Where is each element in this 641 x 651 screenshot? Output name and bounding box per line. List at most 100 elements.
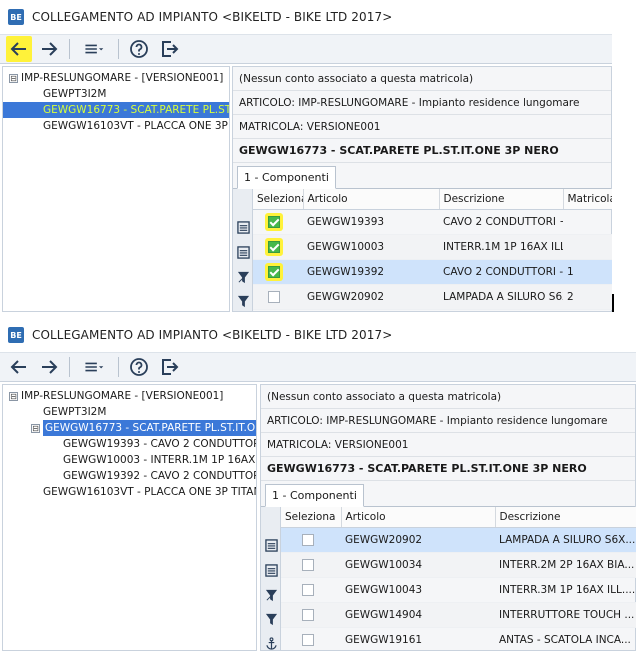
checkbox-highlight	[265, 262, 283, 281]
tree-subitem[interactable]: GEWGW19393 - CAVO 2 CONDUTTORI	[3, 436, 256, 452]
tree-item[interactable]: GEWGW16103VT - PLACCA ONE 3P TITANIO	[3, 484, 256, 500]
table-row[interactable]: GEWGW10003 INTERR.1M 1P 16AX ILL....	[253, 234, 612, 260]
matricola-cell	[563, 234, 612, 260]
tab-strip: 1 - Componenti	[233, 163, 611, 189]
tree-item-selected[interactable]: GEWGW16773 - SCAT.PARETE PL.ST.IT.ONE	[3, 102, 229, 118]
toolbar-separator	[118, 39, 119, 59]
tree-item-label: GEWGW16773 - SCAT.PARETE PL.ST.IT.ONE	[43, 104, 230, 116]
collapse-toggle-icon[interactable]: ⊟	[31, 423, 40, 433]
checkbox-checked[interactable]	[268, 240, 280, 253]
detail-panel: (Nessun conto associato a questa matrico…	[260, 384, 636, 651]
list-icon[interactable]	[235, 244, 251, 260]
window-panel-2: BE COLLEGAMENTO AD IMPIANTO <BIKELTD - B…	[0, 318, 636, 651]
list-icon[interactable]	[235, 219, 251, 235]
tree-item[interactable]: GEWPT3I2M	[3, 86, 229, 102]
articolo-cell: GEWGW14904	[341, 602, 495, 628]
table-row[interactable]: GEWGW19161 ANTAS - SCATOLA INCA...	[281, 627, 636, 651]
table-row[interactable]: GEWGW19393 CAVO 2 CONDUTTORI + ...	[253, 209, 612, 235]
checkbox-unchecked[interactable]	[268, 290, 280, 303]
tree-item[interactable]: GEWPT3I2M	[3, 404, 256, 420]
tree-subitem[interactable]: GEWGW10003 - INTERR.1M 1P 16AX ILL	[3, 452, 256, 468]
content-area: ⊟ IMP-RESLUNGOMARE - [VERSIONE001] GEWPT3…	[0, 382, 636, 651]
tree-item-label: GEWGW16103VT - PLACCA ONE 3P TITANIO	[43, 120, 229, 132]
checkbox-wrap	[299, 631, 317, 649]
tab-componenti[interactable]: 1 - Componenti	[265, 484, 364, 507]
filter-icon[interactable]	[235, 293, 251, 309]
checkbox-unchecked[interactable]	[302, 633, 314, 646]
exit-icon[interactable]	[156, 36, 182, 62]
checkbox-highlight	[265, 237, 283, 256]
component-title: GEWGW16773 - SCAT.PARETE PL.ST.IT.ONE 3P…	[233, 139, 611, 163]
column-header-seleziona[interactable]: Seleziona	[253, 189, 304, 210]
list-icon[interactable]	[263, 537, 279, 553]
articolo-cell: GEWGW19393	[303, 209, 439, 235]
table-row[interactable]: GEWGW10034 INTERR.2M 2P 16AX BIA...	[281, 552, 636, 578]
table-row-selected[interactable]: GEWGW19392 CAVO 2 CONDUTTORI - ... 1	[253, 259, 612, 285]
tree-root[interactable]: ⊟ IMP-RESLUNGOMARE - [VERSIONE001]	[3, 388, 256, 404]
tree-item-selected[interactable]: ⊟ GEWGW16773 - SCAT.PARETE PL.ST.IT.ONE	[3, 420, 256, 436]
help-icon[interactable]	[126, 36, 152, 62]
tree-root-label: IMP-RESLUNGOMARE - [VERSIONE001]	[21, 390, 224, 402]
checkbox-wrap	[299, 531, 317, 549]
back-arrow-icon[interactable]	[6, 36, 32, 62]
list-icon[interactable]	[263, 562, 279, 578]
checkbox-unchecked[interactable]	[302, 558, 314, 571]
menu-icon[interactable]	[77, 354, 111, 380]
tree-view[interactable]: ⊟ IMP-RESLUNGOMARE - [VERSIONE001] GEWPT3…	[2, 384, 257, 651]
column-header-articolo[interactable]: Articolo	[341, 507, 496, 528]
tree-view[interactable]: ⊟ IMP-RESLUNGOMARE - [VERSIONE001] GEWPT3…	[2, 66, 230, 312]
grid-header-row: Seleziona Articolo Descrizione Matricola	[253, 189, 612, 210]
grid-area: Seleziona Articolo Descrizione Matricola…	[233, 189, 612, 311]
collapse-toggle-icon[interactable]: ⊟	[9, 73, 18, 83]
matricola-cell: 2	[563, 284, 612, 310]
title-bar: BE COLLEGAMENTO AD IMPIANTO <BIKELTD - B…	[0, 318, 636, 352]
serial-text: MATRICOLA: VERSIONE001	[261, 433, 635, 457]
column-header-matricola[interactable]: Matricola	[563, 189, 612, 210]
no-account-text: (Nessun conto associato a questa matrico…	[261, 385, 635, 409]
column-header-descrizione[interactable]: Descrizione	[495, 507, 636, 528]
matricola-cell	[563, 209, 612, 235]
select-cell	[281, 627, 341, 651]
filter-icon[interactable]	[263, 611, 279, 627]
tree-item[interactable]: GEWGW16103VT - PLACCA ONE 3P TITANIO	[3, 118, 229, 134]
table-row[interactable]: GEWGW10043 INTERR.3M 1P 16AX ILL....	[281, 577, 636, 603]
menu-icon[interactable]	[77, 36, 111, 62]
tab-componenti[interactable]: 1 - Componenti	[237, 166, 336, 189]
collapse-toggle-icon[interactable]: ⊟	[9, 391, 18, 401]
anchor-icon[interactable]	[263, 635, 279, 651]
toolbar-separator	[69, 39, 70, 59]
column-header-articolo[interactable]: Articolo	[303, 189, 440, 210]
back-arrow-icon[interactable]	[6, 354, 32, 380]
checkbox-unchecked[interactable]	[302, 608, 314, 621]
exit-icon[interactable]	[156, 354, 182, 380]
checkbox-checked[interactable]	[268, 215, 280, 228]
forward-arrow-icon[interactable]	[36, 354, 62, 380]
content-area: ⊟ IMP-RESLUNGOMARE - [VERSIONE001] GEWPT3…	[0, 64, 612, 312]
column-header-seleziona[interactable]: Seleziona	[281, 507, 342, 528]
descrizione-cell: INTERR.3M 1P 16AX ILL....	[495, 577, 636, 603]
checkbox-checked[interactable]	[268, 265, 280, 278]
components-grid: Seleziona Articolo Descrizione GEWGW2090…	[281, 507, 636, 651]
window-title: COLLEGAMENTO AD IMPIANTO <BIKELTD - BIKE…	[32, 10, 393, 24]
checkbox-wrap	[299, 581, 317, 599]
descrizione-cell: CAVO 2 CONDUTTORI - ...	[439, 259, 563, 285]
tree-subitem[interactable]: GEWGW19392 - CAVO 2 CONDUTTORI	[3, 468, 256, 484]
checkbox-unchecked[interactable]	[302, 583, 314, 596]
table-row-selected[interactable]: GEWGW20902 LAMPADA A SILURO S6X...	[281, 527, 636, 553]
select-cell	[253, 284, 303, 310]
table-row[interactable]: GEWGW20902 LAMPADA A SILURO S6X... 2	[253, 284, 612, 310]
articolo-cell: GEWGW10043	[341, 577, 495, 603]
filter-icon[interactable]	[263, 587, 279, 603]
tree-root[interactable]: ⊟ IMP-RESLUNGOMARE - [VERSIONE001]	[3, 70, 229, 86]
filter-icon[interactable]	[235, 269, 251, 285]
toolbar	[0, 352, 636, 382]
cursor-bar	[612, 294, 614, 312]
column-header-descrizione[interactable]: Descrizione	[439, 189, 564, 210]
help-icon[interactable]	[126, 354, 152, 380]
table-row[interactable]: GEWGW14904 INTERRUTTORE TOUCH ...	[281, 602, 636, 628]
articolo-cell: GEWGW19161	[341, 627, 495, 651]
checkbox-unchecked[interactable]	[302, 533, 314, 546]
grid-side-toolbar	[233, 189, 253, 311]
forward-arrow-icon[interactable]	[36, 36, 62, 62]
components-grid: Seleziona Articolo Descrizione Matricola…	[253, 189, 612, 310]
